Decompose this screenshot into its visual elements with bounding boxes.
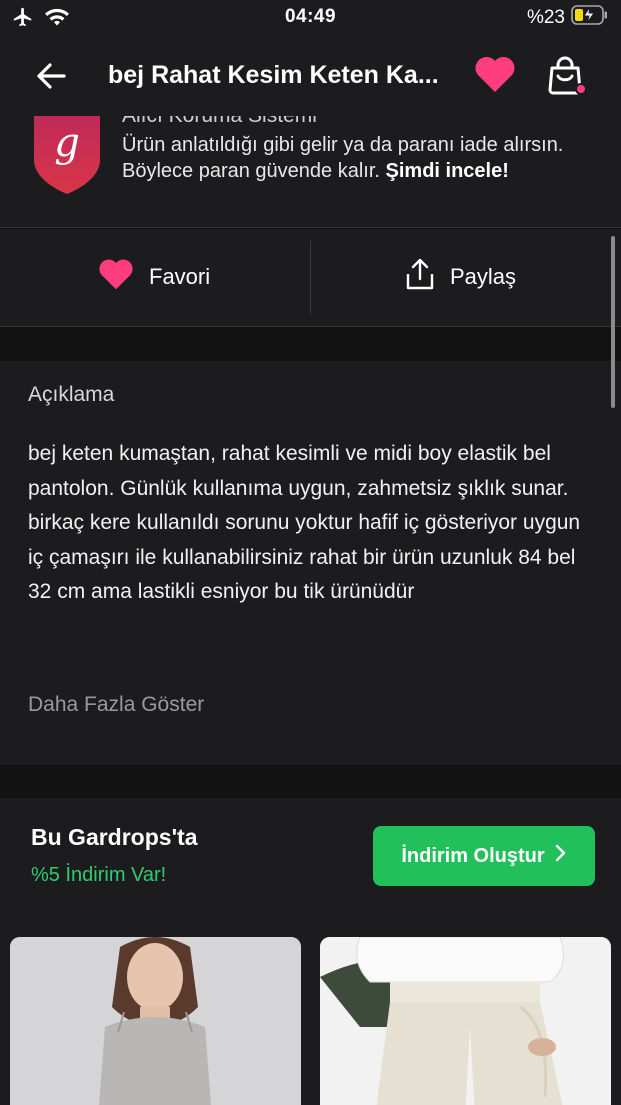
favorite-button[interactable]: Favori [97,257,210,297]
create-discount-label: İndirim Oluştur [401,844,545,867]
status-bar: 04:49 %23 [0,0,621,36]
section-gap [0,327,621,361]
description-section: Açıklama bej keten kumaştan, rahat kesim… [0,361,621,765]
action-divider [310,241,311,315]
product-image [320,937,611,1105]
back-arrow-icon[interactable] [32,58,72,94]
heart-icon[interactable] [473,54,517,94]
gardrops-shield-logo: g [32,116,102,194]
heart-icon [97,257,135,297]
product-card[interactable] [320,937,611,1105]
share-button[interactable]: Paylaş [404,257,516,297]
status-right: %23 [527,5,609,30]
shopping-bag-icon[interactable] [545,54,589,98]
scrollbar[interactable] [611,236,615,408]
product-image [10,937,301,1105]
buyer-protection-banner[interactable]: g Alıcı Koruma Sistemi Ürün anlatıldığı … [0,116,621,228]
svg-text:g: g [54,120,80,166]
create-discount-button[interactable]: İndirim Oluştur [373,826,595,886]
share-label: Paylaş [450,264,517,289]
chevron-right-icon [555,844,567,868]
top-navigation-bar: bej Rahat Kesim Keten Ka... [0,36,621,116]
show-more-link[interactable]: Daha Fazla Göster [28,693,204,717]
description-body: bej keten kumaştan, rahat kesimli ve mid… [28,442,581,603]
description-heading: Açıklama [28,383,115,406]
favorite-label: Favori [149,264,211,289]
discount-text: %5 İndirim Var! [31,864,167,886]
seller-wardrobe-section: Bu Gardrops'ta %5 İndirim Var! İndirim O… [0,798,621,1105]
inspect-now-link[interactable]: Şimdi incele! [386,160,509,182]
battery-percentage: %23 [526,6,565,28]
product-actions: Favori Paylaş [0,229,621,327]
product-card[interactable] [10,937,301,1105]
protection-text: Ürün anlatıldığı gibi gelir ya da paranı… [122,132,582,184]
product-title: bej Rahat Kesim Keten Ka... [108,61,439,89]
share-icon [404,257,436,297]
protection-heading: Alıcı Koruma Sistemi [122,116,317,128]
wardrobe-title: Bu Gardrops'ta [31,824,198,850]
battery-charging-icon [571,5,609,30]
section-gap [0,765,621,798]
